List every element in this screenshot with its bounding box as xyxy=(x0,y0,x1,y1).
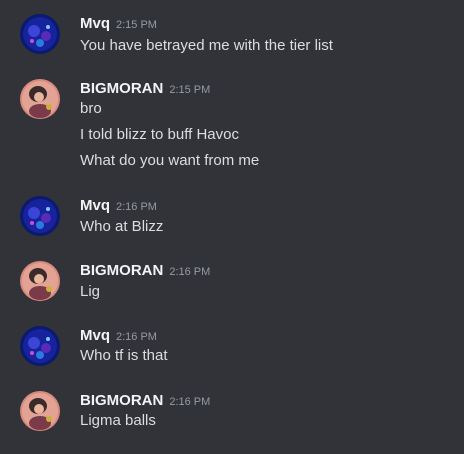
message-text: Ligma balls xyxy=(80,412,156,429)
message-header: Mvq 2:16 PM xyxy=(80,196,157,216)
timestamp: 2:15 PM xyxy=(116,19,157,31)
message-text: I told blizz to buff Havoc xyxy=(80,126,239,143)
username[interactable]: Mvq xyxy=(80,197,110,214)
bigmoran-avatar[interactable] xyxy=(20,79,60,119)
message-text: Who tf is that xyxy=(80,347,168,364)
username[interactable]: BIGMORAN xyxy=(80,80,163,97)
message-group: BIGMORAN 2:16 PM Ligma balls xyxy=(0,391,464,435)
message-group: BIGMORAN 2:15 PM bro I told blizz to buff… xyxy=(0,79,464,175)
message-header: BIGMORAN 2:15 PM xyxy=(80,79,210,99)
bigmoran-avatar[interactable] xyxy=(20,391,60,431)
username[interactable]: BIGMORAN xyxy=(80,262,163,279)
username[interactable]: Mvq xyxy=(80,15,110,32)
message-group: BIGMORAN 2:16 PM Lig xyxy=(0,261,464,305)
message-header: Mvq 2:16 PM xyxy=(80,326,157,346)
message-text: You have betrayed me with the tier list xyxy=(80,37,333,54)
timestamp: 2:16 PM xyxy=(116,331,157,343)
mvq-avatar[interactable] xyxy=(20,196,60,236)
chat-message-list: Mvq 2:15 PM You have betrayed me with the… xyxy=(0,0,464,454)
message-text: Who at Blizz xyxy=(80,218,164,235)
username[interactable]: Mvq xyxy=(80,327,110,344)
timestamp: 2:15 PM xyxy=(169,84,211,96)
timestamp: 2:16 PM xyxy=(116,201,157,213)
message-group: Mvq 2:15 PM You have betrayed me with the… xyxy=(0,14,464,58)
message-text: What do you want from me xyxy=(80,152,260,169)
message-header: Mvq 2:15 PM xyxy=(80,14,157,34)
message-text: Lig xyxy=(80,283,101,300)
mvq-avatar[interactable] xyxy=(20,326,60,366)
bigmoran-avatar[interactable] xyxy=(20,261,60,301)
message-group: Mvq 2:16 PM Who at Blizz xyxy=(0,196,464,240)
message-text: bro xyxy=(80,100,102,117)
timestamp: 2:16 PM xyxy=(169,266,211,278)
username[interactable]: BIGMORAN xyxy=(80,392,163,409)
mvq-avatar[interactable] xyxy=(20,14,60,54)
message-group: Mvq 2:16 PM Who tf is that xyxy=(0,326,464,370)
message-header: BIGMORAN 2:16 PM xyxy=(80,391,210,411)
timestamp: 2:16 PM xyxy=(169,396,211,408)
message-header: BIGMORAN 2:16 PM xyxy=(80,261,210,281)
